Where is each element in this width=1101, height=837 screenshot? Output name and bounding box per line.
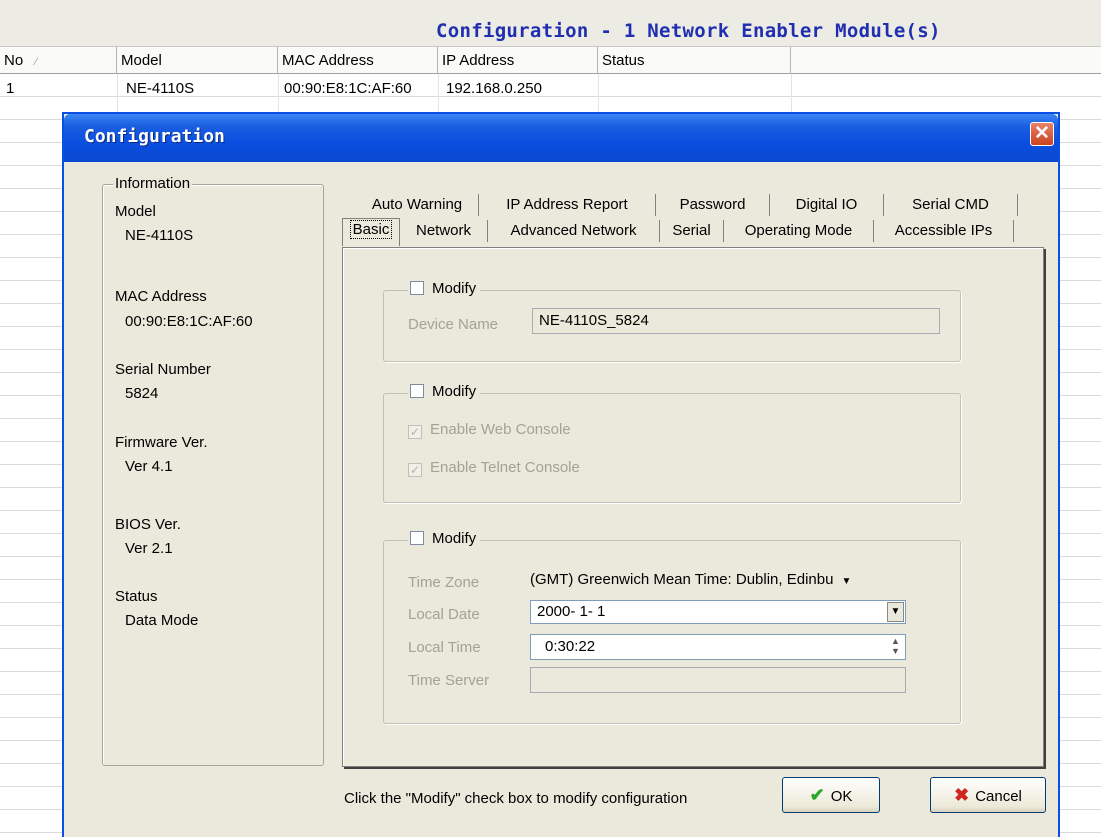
local-date-value: 2000- 1- 1 [537,603,606,620]
time-group: Modify Time Zone (GMT) Greenwich Mean Ti… [383,530,961,724]
checkbox-icon [410,531,424,545]
dialog-title: Configuration [84,126,225,147]
window-title: Configuration - 1 Network Enabler Module… [436,20,941,42]
bios-value: Ver 2.1 [125,540,173,557]
cell-mac: 00:90:E8:1C:AF:60 [284,80,412,97]
cancel-button[interactable]: ✖ Cancel [930,777,1046,813]
spinner-icon[interactable]: ▲ ▼ [887,636,904,658]
tab-serial[interactable]: Serial [660,220,724,242]
checkbox-icon [410,384,424,398]
column-header-model[interactable]: Model [117,47,278,74]
checkmark-icon: ✓ [408,425,422,439]
tab-password[interactable]: Password [656,194,770,216]
basic-tab-panel: Modify Device Name NE-4110S_5824 Modify … [342,247,1044,767]
device-name-label: Device Name [408,316,499,333]
dropdown-arrow-icon[interactable]: ▼ [887,602,904,622]
status-value: Data Mode [125,612,199,629]
ok-label: OK [830,788,853,805]
mac-label: MAC Address [115,288,207,305]
mac-value: 00:90:E8:1C:AF:60 [125,313,253,330]
model-value: NE-4110S [125,227,194,244]
time-zone-label: Time Zone [408,574,480,591]
tab-row-front: Basic Network Advanced Network Serial Op… [342,218,1046,246]
cancel-label: Cancel [975,788,1022,805]
enable-web-console-checkbox[interactable]: ✓ Enable Web Console [408,420,571,440]
sort-arrow-icon: ⁄ [35,56,38,68]
time-zone-value: (GMT) Greenwich Mean Time: Dublin, Edinb… [530,571,834,588]
cell-model: NE-4110S [126,80,195,97]
tab-network[interactable]: Network [400,220,488,242]
local-date-label: Local Date [408,606,480,623]
tab-basic-label: Basic [349,220,393,239]
tab-ip-address-report[interactable]: IP Address Report [479,194,656,216]
local-time-field[interactable]: 0:30:22 ▲ ▼ [530,634,906,660]
information-legend: Information [113,175,193,192]
firmware-value: Ver 4.1 [125,458,173,475]
window-title-bar: Configuration - 1 Network Enabler Module… [0,0,1101,46]
cell-ip: 192.168.0.250 [446,80,542,97]
tab-advanced-network[interactable]: Advanced Network [488,220,660,242]
column-header-ip[interactable]: IP Address [438,47,598,74]
modify-time-checkbox[interactable]: Modify [408,529,481,549]
time-server-field[interactable] [530,667,906,693]
console-group: Modify ✓ Enable Web Console ✓ Enable Telne… [383,383,961,503]
column-header-no[interactable]: No ⁄ [0,47,117,74]
column-header-no-label: No [4,52,24,69]
modify-label: Modify [432,280,477,297]
model-label: Model [115,203,156,220]
hint-text: Click the "Modify" check box to modify c… [344,790,688,807]
modify-label: Modify [432,530,477,547]
modify-device-name-checkbox[interactable]: Modify [408,279,481,299]
tab-serial-cmd[interactable]: Serial CMD [884,194,1018,216]
configuration-dialog: Configuration ✕ Information Model NE-411… [62,112,1060,837]
tab-operating-mode[interactable]: Operating Mode [724,220,874,242]
telnet-console-label: Enable Telnet Console [430,459,580,476]
status-label: Status [115,588,158,605]
firmware-label: Firmware Ver. [115,434,208,451]
time-zone-select[interactable]: (GMT) Greenwich Mean Time: Dublin, Edinb… [530,571,940,593]
checkbox-icon [410,281,424,295]
enable-telnet-console-checkbox[interactable]: ✓ Enable Telnet Console [408,458,580,478]
tab-basic[interactable]: Basic [342,218,400,246]
ok-button[interactable]: ✔ OK [782,777,880,813]
modify-label: Modify [432,383,477,400]
close-icon: ✖ [954,785,970,805]
checkmark-icon: ✔ [809,785,825,805]
close-icon[interactable]: ✕ [1030,122,1054,146]
time-server-label: Time Server [408,672,490,689]
checkmark-icon: ✓ [408,463,422,477]
device-name-field[interactable]: NE-4110S_5824 [532,308,940,334]
serial-value: 5824 [125,385,159,402]
device-name-group: Modify Device Name NE-4110S_5824 [383,280,961,362]
tab-row-back: Auto Warning IP Address Report Password … [356,194,1036,216]
dropdown-arrow-icon: ▼ [841,576,852,587]
modify-console-checkbox[interactable]: Modify [408,382,481,402]
column-header-mac[interactable]: MAC Address [278,47,438,74]
tab-accessible-ips[interactable]: Accessible IPs [874,220,1014,242]
local-time-label: Local Time [408,639,481,656]
local-time-value: 0:30:22 [545,638,596,655]
local-date-select[interactable]: 2000- 1- 1 ▼ [530,600,906,624]
grid-header: No ⁄ Model MAC Address IP Address Status [0,46,1101,74]
tab-digital-io[interactable]: Digital IO [770,194,884,216]
dialog-title-bar[interactable]: Configuration ✕ [64,114,1058,162]
information-panel: Information Model NE-4110S MAC Address 0… [102,175,324,766]
tab-auto-warning[interactable]: Auto Warning [356,194,479,216]
bios-label: BIOS Ver. [115,516,181,533]
column-header-status[interactable]: Status [598,47,791,74]
cell-no: 1 [6,80,15,97]
web-console-label: Enable Web Console [430,421,571,438]
serial-label: Serial Number [115,361,211,378]
